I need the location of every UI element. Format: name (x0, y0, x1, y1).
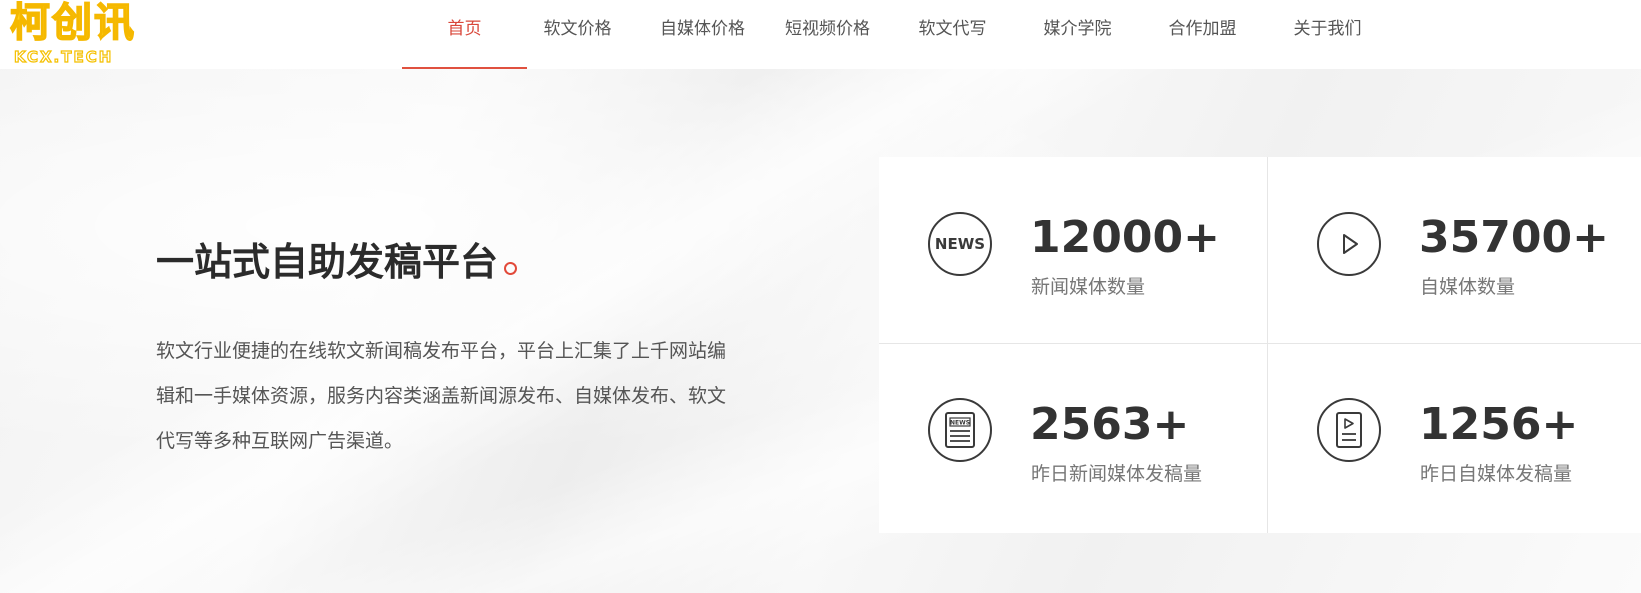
stat-value: 1256+ (1419, 399, 1579, 450)
title-dot-icon (504, 262, 518, 275)
stat-self-media: 35700+ 自媒体数量 (1268, 157, 1641, 343)
video-document-icon (1317, 398, 1381, 462)
play-icon (1343, 234, 1358, 254)
stats-panel: NEWS 12000+ 新闻媒体数量 35700+ 自媒体数量 NEWS 256… (879, 157, 1641, 533)
nav-item-home[interactable]: 首页 (402, 0, 527, 69)
nav-item-short-video-price[interactable]: 短视频价格 (765, 0, 890, 69)
nav-item-about-us[interactable]: 关于我们 (1265, 0, 1390, 69)
logo-domain: KCX.TECH (13, 47, 114, 66)
hero-description: 软文行业便捷的在线软文新闻稿发布平台，平台上汇集了上千网站编辑和一手媒体资源，服… (156, 340, 727, 452)
logo-wordmark: 柯创讯 (9, 0, 136, 47)
news-circle-icon: NEWS (928, 212, 992, 276)
play-circle-icon (1317, 212, 1381, 276)
site-logo[interactable]: 柯创讯 KCX.TECH (8, 0, 140, 68)
page: 柯创讯 KCX.TECH 首页 软文价格 自媒体价格 短视频价格 软文代写 媒介… (0, 0, 1641, 593)
header: 柯创讯 KCX.TECH 首页 软文价格 自媒体价格 短视频价格 软文代写 媒介… (0, 0, 1641, 69)
video-doc-icon (1336, 412, 1362, 448)
stat-value: 12000+ (1030, 212, 1220, 263)
stat-label: 新闻媒体数量 (1031, 276, 1146, 298)
stat-news-media: NEWS 12000+ 新闻媒体数量 (879, 157, 1259, 343)
newspaper-icon-text: NEWS (950, 420, 970, 427)
stat-label: 昨日新闻媒体发稿量 (1031, 463, 1203, 485)
stat-yesterday-self-media-posts: 1256+ 昨日自媒体发稿量 (1268, 344, 1641, 530)
hero-title-text: 一站式自助发稿平台 (156, 240, 499, 284)
stat-label: 昨日自媒体发稿量 (1420, 463, 1573, 485)
newspaper-document-icon: NEWS (945, 412, 975, 448)
nav-item-self-media-price[interactable]: 自媒体价格 (640, 0, 765, 69)
nav-item-article-price[interactable]: 软文价格 (515, 0, 640, 69)
stat-label: 自媒体数量 (1420, 276, 1516, 298)
newspaper-icon: NEWS (928, 398, 992, 462)
nav-item-partnership[interactable]: 合作加盟 (1140, 0, 1265, 69)
stat-value: 35700+ (1419, 212, 1609, 263)
nav-item-ghostwriting[interactable]: 软文代写 (890, 0, 1015, 69)
news-icon-text: NEWS (934, 235, 986, 253)
nav-item-media-academy[interactable]: 媒介学院 (1015, 0, 1140, 69)
stat-yesterday-news-posts: NEWS 2563+ 昨日新闻媒体发稿量 (879, 344, 1259, 530)
stat-value: 2563+ (1030, 399, 1190, 450)
hero-title: 一站式自助发稿平台 (156, 238, 518, 286)
